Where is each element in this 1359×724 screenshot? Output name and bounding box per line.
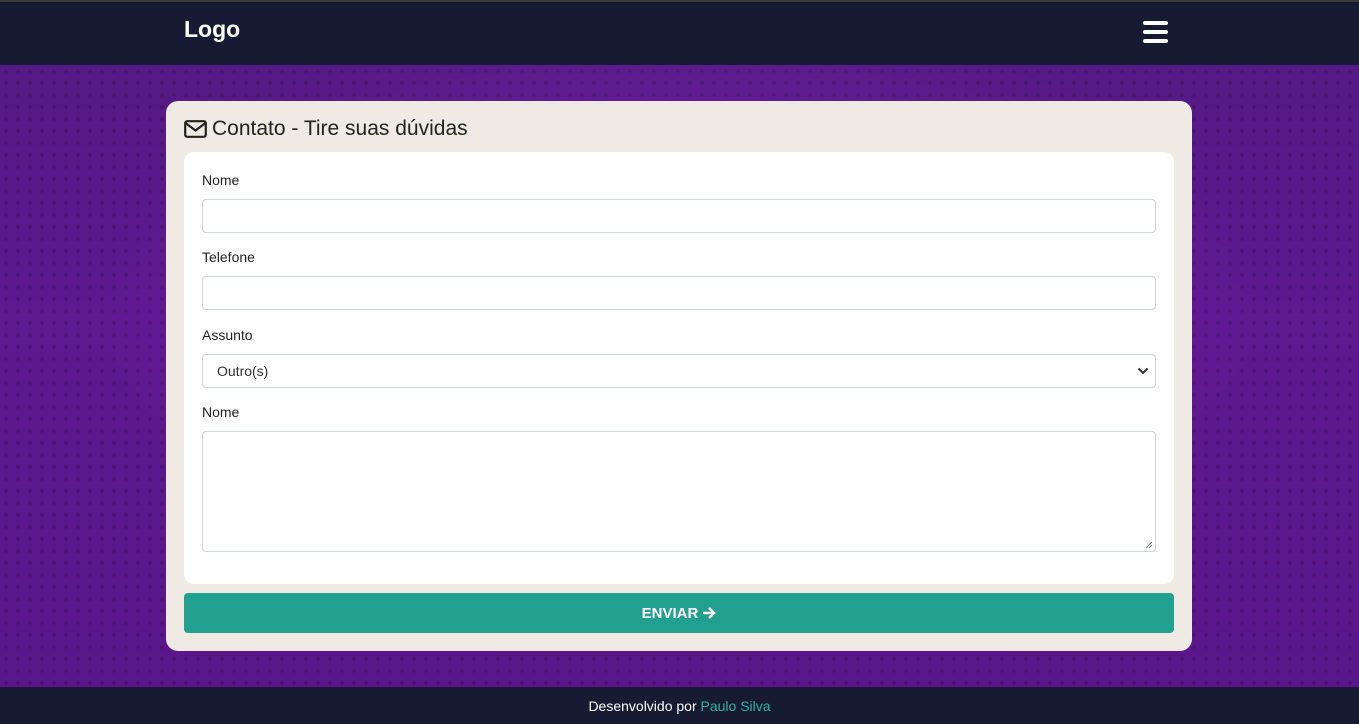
message-label: Nome [202, 404, 240, 420]
submit-button[interactable]: ENVIAR [184, 593, 1174, 633]
message-textarea[interactable] [202, 431, 1156, 552]
footer: Desenvolvido por Paulo Silva [0, 687, 1359, 724]
contact-card: Contato - Tire suas dúvidas Nome Telefon… [166, 101, 1192, 651]
subject-select[interactable]: Outro(s) [202, 354, 1156, 388]
form-panel: Nome Telefone Assunto Outro(s) Nome [184, 152, 1174, 584]
logo[interactable]: Logo [184, 16, 240, 43]
resize-grip-icon[interactable] [1145, 541, 1153, 549]
hamburger-line [1143, 21, 1168, 25]
card-title: Contato - Tire suas dúvidas [184, 117, 468, 141]
name-input[interactable] [202, 199, 1156, 233]
chevron-down-icon [1137, 367, 1149, 375]
name-label: Nome [202, 172, 240, 188]
card-title-text: Contato - Tire suas dúvidas [212, 117, 468, 140]
envelope-icon [184, 120, 207, 138]
author-link[interactable]: Paulo Silva [701, 698, 771, 714]
phone-label: Telefone [202, 249, 255, 265]
subject-label: Assunto [202, 327, 253, 343]
navbar: Logo [0, 2, 1359, 65]
hamburger-line [1143, 39, 1168, 43]
phone-input[interactable] [202, 276, 1156, 310]
arrow-right-icon [703, 607, 717, 619]
submit-label: ENVIAR [641, 604, 699, 622]
hamburger-line [1143, 30, 1168, 34]
subject-select-value: Outro(s) [217, 363, 269, 379]
footer-text: Desenvolvido por [588, 698, 701, 714]
hamburger-icon[interactable] [1141, 20, 1170, 45]
